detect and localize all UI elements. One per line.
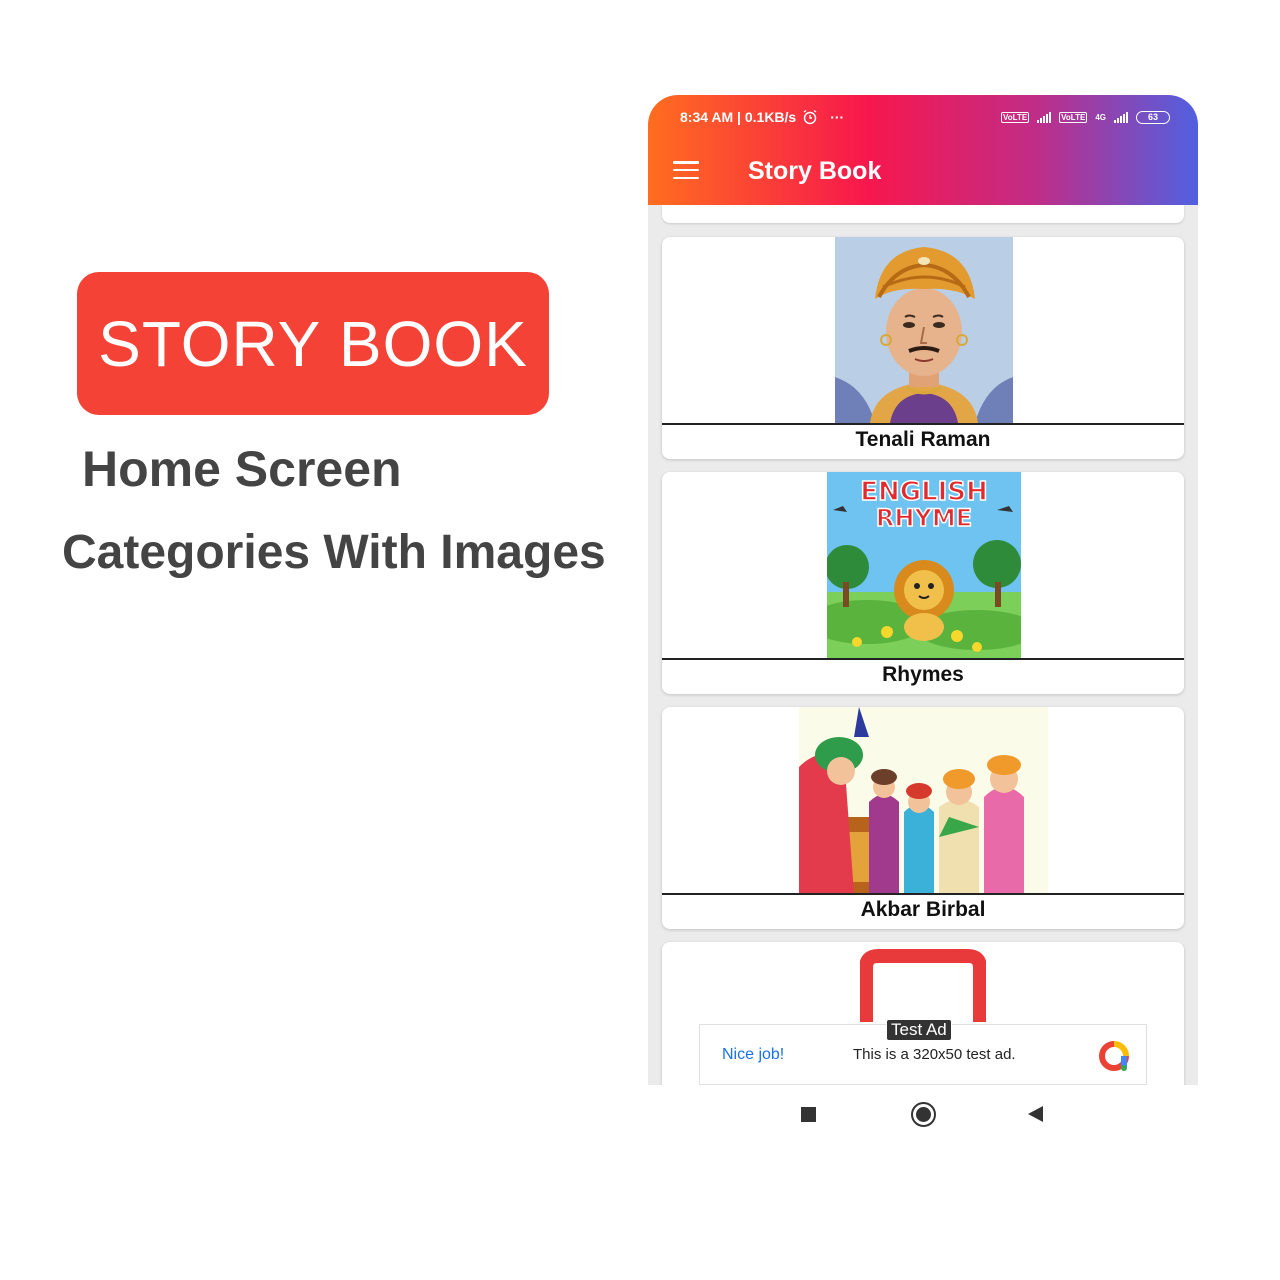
- status-more-icon: ···: [830, 109, 845, 125]
- ad-headline[interactable]: Nice job!: [722, 1046, 784, 1064]
- app-bar: 8:34 AM | 0.1KB/s ··· VoLTE VoLTE 4G 63 …: [648, 95, 1198, 205]
- hamburger-menu-icon[interactable]: [673, 161, 699, 179]
- card-divider: [662, 423, 1184, 425]
- signal-icon-2: [1114, 111, 1128, 123]
- tenali-raman-image: [835, 237, 1013, 423]
- status-bar: 8:34 AM | 0.1KB/s ··· VoLTE VoLTE 4G 63: [680, 107, 1170, 127]
- app-title: Story Book: [748, 157, 882, 185]
- network-4g-label: 4G: [1095, 112, 1106, 122]
- alarm-icon: [803, 109, 817, 125]
- status-time-speed: 8:34 AM | 0.1KB/s: [680, 109, 797, 125]
- category-label: Akbar Birbal: [860, 898, 986, 921]
- card-divider: [662, 658, 1184, 660]
- rhymes-image: ENGLISH RHYME: [827, 472, 1021, 658]
- system-nav-bar: [648, 1085, 1198, 1140]
- red-icon-image: [860, 949, 986, 1022]
- category-card-rhymes[interactable]: ENGLISH RHYME Rhymes: [662, 472, 1184, 694]
- back-icon[interactable]: [1028, 1106, 1043, 1122]
- promo-subtitle-categories: Categories With Images: [62, 526, 606, 579]
- signal-icon: [1037, 111, 1052, 123]
- akbar-birbal-image: [799, 707, 1048, 893]
- rhyme-cover-line1: ENGLISH: [860, 477, 988, 507]
- ad-body[interactable]: This is a 320x50 test ad.: [853, 1046, 1016, 1063]
- promo-subtitle-home: Home Screen: [82, 441, 402, 497]
- category-label: Rhymes: [882, 663, 964, 686]
- ads-logo-icon[interactable]: [1095, 1040, 1133, 1072]
- category-card-akbar-birbal[interactable]: Akbar Birbal: [662, 707, 1184, 929]
- category-label: Tenali Raman: [855, 428, 991, 451]
- promo-badge-label: STORY BOOK: [98, 307, 528, 380]
- battery-icon: 63: [1136, 110, 1170, 124]
- home-icon[interactable]: [911, 1102, 936, 1127]
- ad-tag: Test Ad: [886, 1019, 952, 1041]
- rhyme-cover-line2: RHYME: [876, 504, 972, 532]
- promo-badge: STORY BOOK: [77, 272, 549, 415]
- category-card-tenali-raman[interactable]: Tenali Raman: [662, 237, 1184, 459]
- volte-icon: VoLTE: [1001, 111, 1030, 123]
- volte-icon-2: VoLTE: [1059, 111, 1088, 123]
- recents-icon[interactable]: [801, 1107, 816, 1122]
- card-partial-top[interactable]: [662, 205, 1184, 223]
- category-list[interactable]: Tenali Raman ENGLISH RHYME Rhymes Akbar …: [648, 205, 1198, 1085]
- ad-banner[interactable]: Test Ad Nice job! This is a 320x50 test …: [699, 1019, 1147, 1085]
- phone-screen: 8:34 AM | 0.1KB/s ··· VoLTE VoLTE 4G 63 …: [648, 95, 1198, 1140]
- card-divider: [662, 893, 1184, 895]
